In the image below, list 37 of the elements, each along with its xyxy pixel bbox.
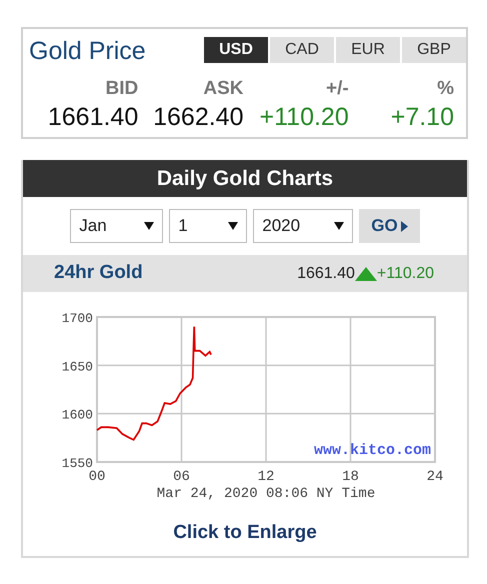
price-value: 1662.40 — [153, 102, 244, 133]
y-tick-label: 1650 — [62, 359, 93, 374]
y-tick-label: 1550 — [62, 456, 93, 471]
chart-annotation: www.kitco.com — [314, 442, 431, 459]
caret-icon — [228, 222, 238, 230]
y-tick-label: 1700 — [62, 311, 93, 326]
currency-tab[interactable]: EUR — [336, 37, 400, 63]
ticker-label: 24hr Gold — [54, 261, 143, 286]
price-value: 1661.40 — [48, 102, 138, 133]
x-tick-label: 12 — [258, 469, 274, 485]
dropdown[interactable]: 1 — [169, 209, 248, 243]
x-tick-label: 24 — [426, 469, 444, 485]
currency-tab[interactable]: CAD — [270, 37, 334, 63]
enlarge-link[interactable]: Click to Enlarge — [173, 519, 317, 548]
ticker-price: 1661.40 — [297, 264, 355, 284]
caret-icon — [334, 222, 344, 230]
go-button[interactable]: GO — [359, 209, 420, 243]
dropdown[interactable]: 2020 — [253, 209, 354, 243]
price-value: +7.10 — [390, 102, 454, 133]
x-axis-label: Mar 24, 2020 08:06 NY Time — [156, 486, 376, 502]
caret-icon — [144, 222, 154, 230]
currency-tab[interactable]: GBP — [402, 37, 466, 63]
column-heading: % — [437, 77, 454, 101]
currency-tab[interactable]: USD — [204, 37, 268, 63]
dropdown[interactable]: Jan — [70, 209, 164, 243]
column-heading: BID — [106, 77, 138, 101]
x-tick-label: 06 — [173, 469, 190, 485]
x-tick-label: 00 — [88, 469, 106, 485]
column-heading: ASK — [203, 77, 244, 101]
price-value: +110.20 — [260, 102, 349, 133]
panel-title: Gold Price — [29, 36, 146, 67]
panel-header: Daily Gold Charts — [23, 160, 467, 197]
column-heading: +/- — [326, 77, 349, 101]
x-tick-label: 18 — [342, 469, 359, 485]
play-icon — [400, 220, 408, 232]
y-tick-label: 1600 — [62, 408, 93, 423]
ticker-change: +110.20 — [376, 264, 434, 284]
